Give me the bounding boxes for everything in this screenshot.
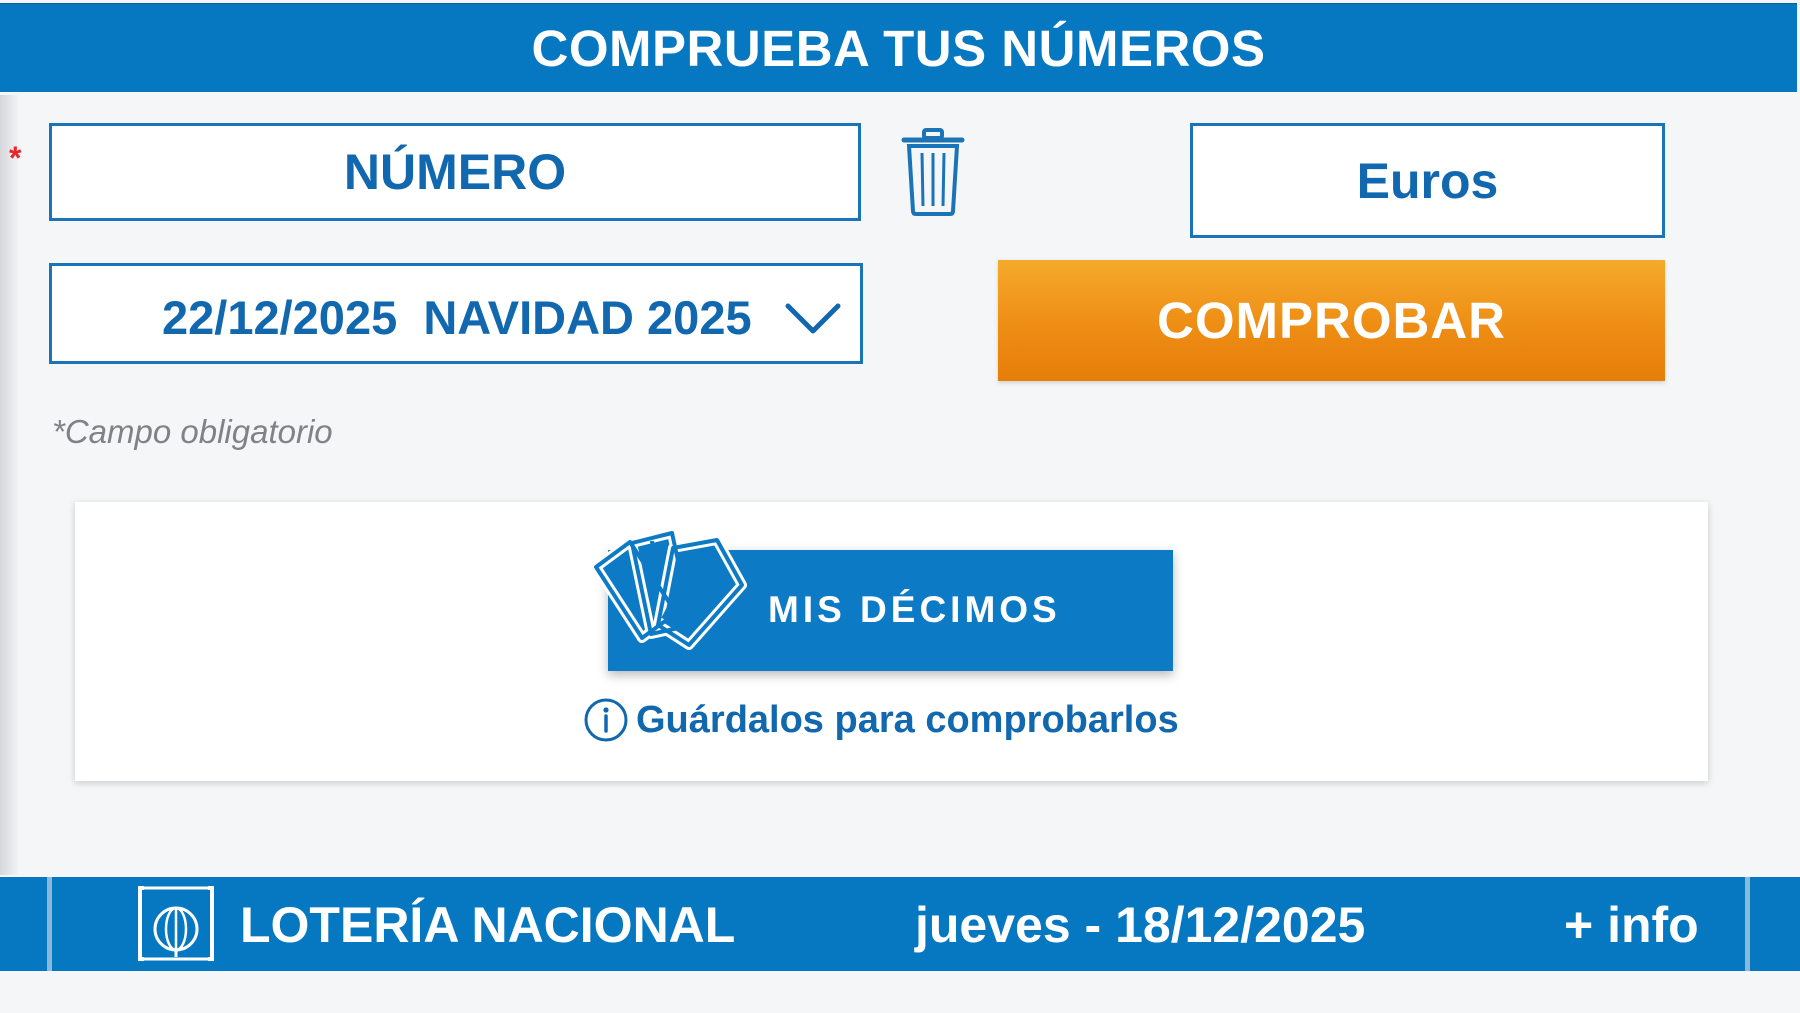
tickets-icon	[588, 525, 763, 675]
draw-date: 22/12/2025	[162, 291, 398, 344]
mis-decimos-button-label: MIS DÉCIMOS	[768, 589, 1061, 630]
more-info-link[interactable]: + info	[1564, 896, 1699, 954]
banner-draw-date: jueves - 18/12/2025	[915, 897, 1366, 953]
mis-decimos-info: Guárdalos para comprobarlos	[582, 696, 1179, 744]
required-field-note: *Campo obligatorio	[52, 413, 333, 450]
lottery-banner[interactable]: LOTERÍA NACIONAL jueves - 18/12/2025 + i…	[0, 877, 1800, 971]
trash-icon[interactable]	[898, 127, 968, 222]
loteria-logo	[136, 885, 216, 968]
banner-right-divider	[1745, 877, 1750, 971]
required-marker: *	[9, 140, 22, 176]
draw-name: NAVIDAD 2025	[423, 291, 752, 344]
number-input-placeholder: NÚMERO	[343, 144, 567, 200]
info-icon	[584, 698, 628, 742]
mis-decimos-info-text: Guárdalos para comprobarlos	[636, 698, 1179, 741]
check-button-label: COMPROBAR	[1157, 292, 1506, 349]
check-button[interactable]: COMPROBAR	[998, 260, 1665, 381]
page-title: COMPRUEBA TUS NÚMEROS	[531, 19, 1266, 77]
left-edge-shadow	[0, 95, 20, 875]
banner-left-divider	[47, 877, 52, 971]
banner-brand: LOTERÍA NACIONAL	[240, 897, 736, 953]
page-header: COMPRUEBA TUS NÚMEROS	[0, 3, 1797, 92]
amount-input-placeholder: Euros	[1356, 152, 1499, 209]
chevron-down-icon	[784, 294, 842, 349]
draw-select-value: 22/12/2025 NAVIDAD 2025	[162, 290, 752, 345]
draw-select[interactable]: 22/12/2025 NAVIDAD 2025	[49, 263, 863, 364]
amount-input[interactable]: Euros	[1190, 123, 1665, 238]
number-input[interactable]: NÚMERO	[49, 123, 861, 221]
